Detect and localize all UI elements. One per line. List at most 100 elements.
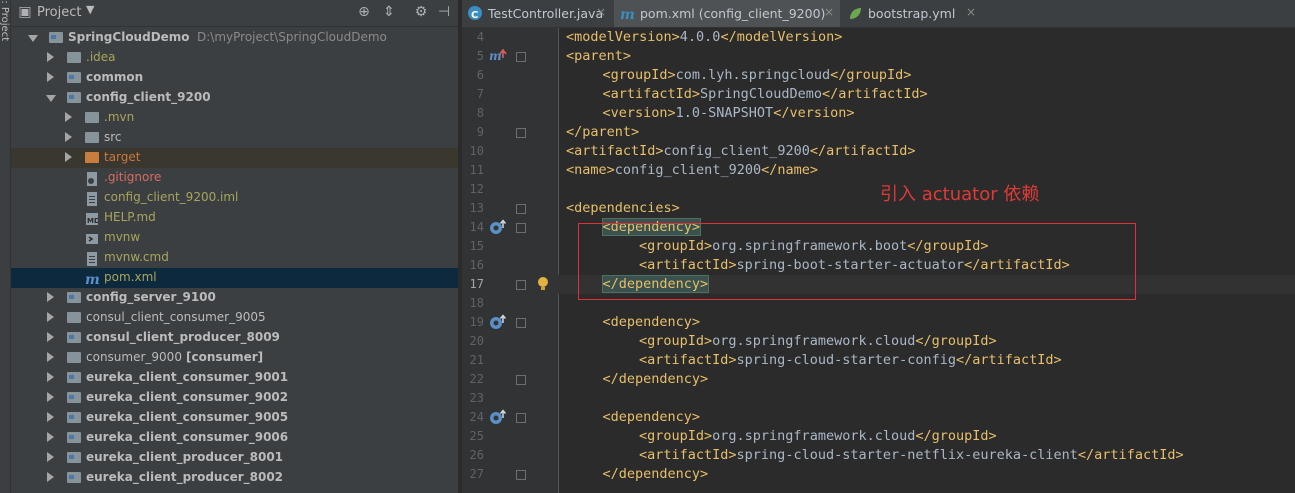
annotation-text: 引入 actuator 依赖	[880, 184, 1040, 205]
collapse-arrow-icon[interactable]	[47, 392, 54, 402]
tree-item[interactable]: MD HELP.md	[11, 208, 458, 228]
tree-item[interactable]: common	[11, 68, 458, 88]
override-icon[interactable]	[489, 219, 509, 239]
maven-parent-icon[interactable]: m	[489, 48, 509, 68]
override-icon[interactable]	[489, 409, 509, 429]
collapse-arrow-icon[interactable]	[65, 112, 72, 122]
tree-item-label: .idea	[86, 50, 116, 64]
tree-item[interactable]: config_client_9200.iml	[11, 188, 458, 208]
fold-marker-icon[interactable]	[516, 223, 526, 233]
collapse-arrow-icon[interactable]	[47, 332, 54, 342]
collapse-arrow-icon[interactable]	[47, 52, 54, 62]
project-tool-window-button[interactable]: 1: Project	[0, 0, 10, 41]
collapse-arrow-icon[interactable]	[47, 312, 54, 322]
xml-tag: </artifactId>	[809, 143, 916, 159]
code-line[interactable]: <dependency>	[558, 313, 1295, 332]
fold-marker-icon[interactable]	[516, 128, 526, 138]
code-line[interactable]: </dependency>	[558, 465, 1295, 484]
module-folder-icon	[67, 92, 81, 103]
code-line[interactable]: <groupId>org.springframework.cloud</grou…	[558, 427, 1295, 446]
tree-item[interactable]: mvnw.cmd	[11, 248, 458, 268]
tab-test-controller[interactable]: C TestController.java ×	[462, 0, 612, 27]
tree-item[interactable]: .gitignore	[11, 168, 458, 188]
override-icon[interactable]	[489, 314, 509, 334]
tree-item-label: pom.xml	[104, 270, 157, 284]
tree-item[interactable]: eureka_client_consumer_9002	[11, 388, 458, 408]
lightbulb-icon[interactable]	[536, 276, 550, 296]
collapse-all-icon[interactable]: ⇕	[381, 4, 397, 20]
collapse-arrow-icon[interactable]	[47, 452, 54, 462]
tree-item[interactable]: eureka_client_producer_8001	[11, 448, 458, 468]
code-line[interactable]: </parent>	[558, 123, 1295, 142]
code-line[interactable]: <groupId>org.springframework.cloud</grou…	[558, 332, 1295, 351]
fold-marker-icon[interactable]	[516, 318, 526, 328]
collapse-arrow-icon[interactable]	[47, 352, 54, 362]
tree-item[interactable]: eureka_client_consumer_9001	[11, 368, 458, 388]
code-line[interactable]: <artifactId>spring-cloud-starter-netflix…	[558, 446, 1295, 465]
tree-item[interactable]: config_server_9100	[11, 288, 458, 308]
close-icon[interactable]: ×	[966, 5, 976, 19]
tab-pom-xml[interactable]: m pom.xml (config_client_9200) ×	[614, 0, 840, 27]
collapse-arrow-icon[interactable]	[47, 372, 54, 382]
code-line[interactable]: <modelVersion>4.0.0</modelVersion>	[558, 28, 1295, 47]
collapse-arrow-icon[interactable]	[47, 472, 54, 482]
xml-value: config_client_9200	[614, 162, 762, 178]
tree-item[interactable]: config_client_9200	[11, 88, 458, 108]
collapse-arrow-icon[interactable]	[47, 72, 54, 82]
fold-marker-icon[interactable]	[516, 470, 526, 480]
close-icon[interactable]: ×	[824, 5, 834, 19]
collapse-arrow-icon[interactable]	[65, 132, 72, 142]
line-number: 20	[469, 334, 484, 348]
tree-item[interactable]: consumer_9000 [consumer]	[11, 348, 458, 368]
code-line[interactable]: <parent>	[558, 47, 1295, 66]
fold-marker-icon[interactable]	[516, 375, 526, 385]
xml-value: org.springframework.cloud	[712, 428, 916, 444]
fold-marker-icon[interactable]	[516, 204, 526, 214]
collapse-arrow-icon[interactable]	[47, 432, 54, 442]
fold-marker-icon[interactable]	[516, 52, 526, 62]
code-line[interactable]	[558, 389, 1295, 408]
collapse-arrow-icon[interactable]	[47, 412, 54, 422]
tree-item-label: consul_client_consumer_9005	[86, 310, 266, 324]
tree-item-label: SpringCloudDemo	[68, 30, 190, 44]
collapse-arrow-icon[interactable]	[65, 152, 72, 162]
tree-item[interactable]: target	[11, 148, 458, 168]
tree-item[interactable]: m pom.xml	[11, 268, 458, 288]
expand-arrow-icon[interactable]	[46, 95, 56, 102]
tree-item[interactable]: eureka_client_consumer_9005	[11, 408, 458, 428]
line-number: 26	[469, 448, 484, 462]
gear-icon[interactable]: ⚙	[413, 4, 429, 20]
line-number: 11	[469, 163, 484, 177]
project-view-selector[interactable]: Project	[37, 5, 81, 20]
code-line[interactable]: <artifactId>config_client_9200</artifact…	[558, 142, 1295, 161]
tab-bootstrap-yml[interactable]: bootstrap.yml ×	[842, 0, 982, 27]
code-line[interactable]: <dependency>	[558, 408, 1295, 427]
code-line-text: </dependency>	[603, 465, 709, 484]
hide-panel-icon[interactable]: ⊣	[436, 4, 452, 20]
expand-arrow-icon[interactable]	[28, 35, 38, 42]
tree-item[interactable]: .mvn	[11, 108, 458, 128]
code-line[interactable]: <groupId>com.lyh.springcloud</groupId>	[558, 66, 1295, 85]
fold-marker-icon[interactable]	[516, 280, 526, 290]
collapse-arrow-icon[interactable]	[47, 292, 54, 302]
chevron-down-icon[interactable]: ▼	[86, 3, 94, 16]
code-line[interactable]: <artifactId>SpringCloudDemo</artifactId>	[558, 85, 1295, 104]
code-line[interactable]: <name>config_client_9200</name>	[558, 161, 1295, 180]
line-number: 18	[469, 296, 484, 310]
tree-item[interactable]: consul_client_producer_8009	[11, 328, 458, 348]
fold-marker-icon[interactable]	[516, 413, 526, 423]
code-line[interactable]: <artifactId>spring-cloud-starter-config<…	[558, 351, 1295, 370]
tree-item[interactable]: eureka_client_producer_8002	[11, 468, 458, 488]
locate-file-icon[interactable]: ⊕	[356, 4, 372, 20]
tree-item-label: HELP.md	[104, 210, 156, 224]
close-icon[interactable]: ×	[596, 5, 606, 19]
tree-item[interactable]: eureka_client_consumer_9006	[11, 428, 458, 448]
code-line[interactable]: <version>1.0-SNAPSHOT</version>	[558, 104, 1295, 123]
line-number: 5	[476, 49, 484, 63]
tree-item[interactable]: src	[11, 128, 458, 148]
tree-item[interactable]: consul_client_consumer_9005	[11, 308, 458, 328]
tree-item[interactable]: mvnw	[11, 228, 458, 248]
tree-item[interactable]: .idea	[11, 48, 458, 68]
code-line[interactable]: </dependency>	[558, 370, 1295, 389]
tree-item[interactable]: SpringCloudDemo D:\myProject\SpringCloudD…	[11, 28, 458, 48]
